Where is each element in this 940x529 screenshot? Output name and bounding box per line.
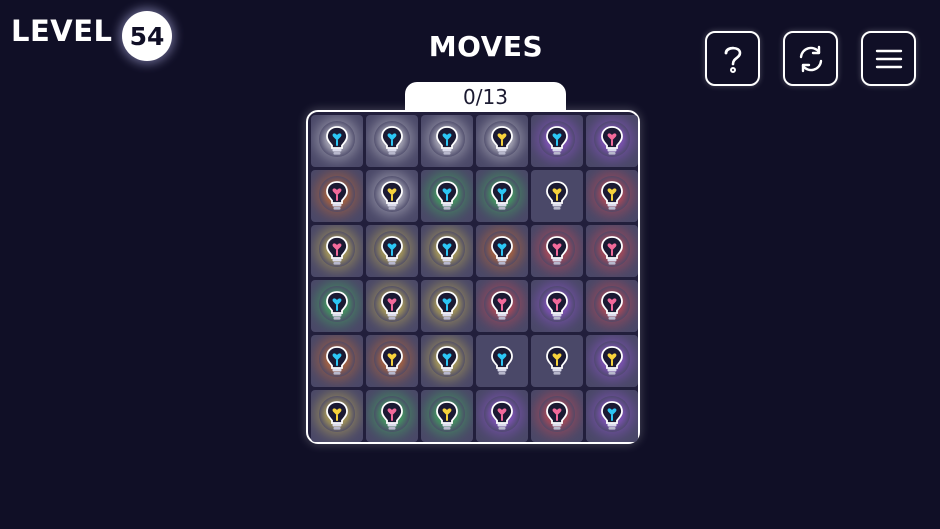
bulb-tile[interactable]	[311, 280, 363, 332]
lightbulb-icon	[436, 291, 458, 320]
lightbulb-icon	[436, 236, 458, 265]
bulb-tile[interactable]	[311, 390, 363, 442]
bulb-tile[interactable]	[366, 170, 418, 222]
lightbulb-icon	[381, 236, 403, 265]
lightbulb-icon	[326, 346, 348, 375]
lightbulb-icon	[436, 346, 458, 375]
lightbulb-icon	[381, 346, 403, 375]
bulb-tile[interactable]	[366, 225, 418, 277]
lightbulb-icon	[326, 401, 348, 430]
lightbulb-icon	[546, 236, 568, 265]
hamburger-menu-icon	[875, 49, 902, 68]
lightbulb-icon	[326, 291, 348, 320]
menu-button[interactable]	[861, 31, 916, 86]
restart-button[interactable]	[783, 31, 838, 86]
lightbulb-icon	[601, 401, 623, 430]
bulb-tile[interactable]	[531, 115, 583, 167]
bulb-tile[interactable]	[586, 280, 638, 332]
lightbulb-icon	[491, 401, 513, 430]
bulb-tile[interactable]	[531, 335, 583, 387]
lightbulb-icon	[381, 291, 403, 320]
bulb-tile[interactable]	[366, 335, 418, 387]
bulb-tile[interactable]	[586, 335, 638, 387]
bulb-tile[interactable]	[421, 280, 473, 332]
lightbulb-icon	[326, 181, 348, 210]
bulb-tile[interactable]	[586, 225, 638, 277]
lightbulb-icon	[381, 181, 403, 210]
lightbulb-icon	[546, 291, 568, 320]
bulb-tile[interactable]	[366, 390, 418, 442]
lightbulb-icon	[546, 346, 568, 375]
game-board	[306, 110, 640, 444]
lightbulb-icon	[326, 126, 348, 155]
lightbulb-icon	[491, 126, 513, 155]
lightbulb-icon	[326, 236, 348, 265]
bulb-tile[interactable]	[531, 390, 583, 442]
refresh-icon	[799, 45, 822, 72]
bulb-tile[interactable]	[311, 335, 363, 387]
lightbulb-icon	[601, 126, 623, 155]
bulb-tile[interactable]	[421, 115, 473, 167]
lightbulb-icon	[436, 401, 458, 430]
lightbulb-icon	[546, 126, 568, 155]
lightbulb-icon	[436, 181, 458, 210]
lightbulb-icon	[601, 291, 623, 320]
bulb-tile[interactable]	[531, 225, 583, 277]
lightbulb-icon	[491, 346, 513, 375]
bulb-tile[interactable]	[531, 280, 583, 332]
bulb-tile[interactable]	[421, 335, 473, 387]
bulb-tile[interactable]	[531, 170, 583, 222]
bulb-tile[interactable]	[366, 115, 418, 167]
bulb-tile[interactable]	[586, 390, 638, 442]
lightbulb-icon	[601, 346, 623, 375]
bulb-grid	[311, 115, 638, 442]
bulb-tile[interactable]	[586, 170, 638, 222]
bulb-tile[interactable]	[476, 225, 528, 277]
bulb-tile[interactable]	[311, 115, 363, 167]
lightbulb-icon	[436, 126, 458, 155]
lightbulb-icon	[546, 181, 568, 210]
help-button[interactable]	[705, 31, 760, 86]
bulb-tile[interactable]	[311, 170, 363, 222]
bulb-tile[interactable]	[421, 170, 473, 222]
bulb-tile[interactable]	[476, 390, 528, 442]
question-mark-icon	[724, 46, 741, 73]
bulb-tile[interactable]	[421, 390, 473, 442]
lightbulb-icon	[491, 291, 513, 320]
lightbulb-icon	[601, 236, 623, 265]
bulb-tile[interactable]	[311, 225, 363, 277]
bulb-tile[interactable]	[476, 170, 528, 222]
lightbulb-icon	[381, 126, 403, 155]
lightbulb-icon	[601, 181, 623, 210]
bulb-tile[interactable]	[476, 280, 528, 332]
bulb-tile[interactable]	[366, 280, 418, 332]
lightbulb-icon	[381, 401, 403, 430]
bulb-tile[interactable]	[476, 115, 528, 167]
bulb-tile[interactable]	[586, 115, 638, 167]
lightbulb-icon	[491, 236, 513, 265]
bulb-tile[interactable]	[476, 335, 528, 387]
bulb-tile[interactable]	[421, 225, 473, 277]
lightbulb-icon	[491, 181, 513, 210]
lightbulb-icon	[546, 401, 568, 430]
